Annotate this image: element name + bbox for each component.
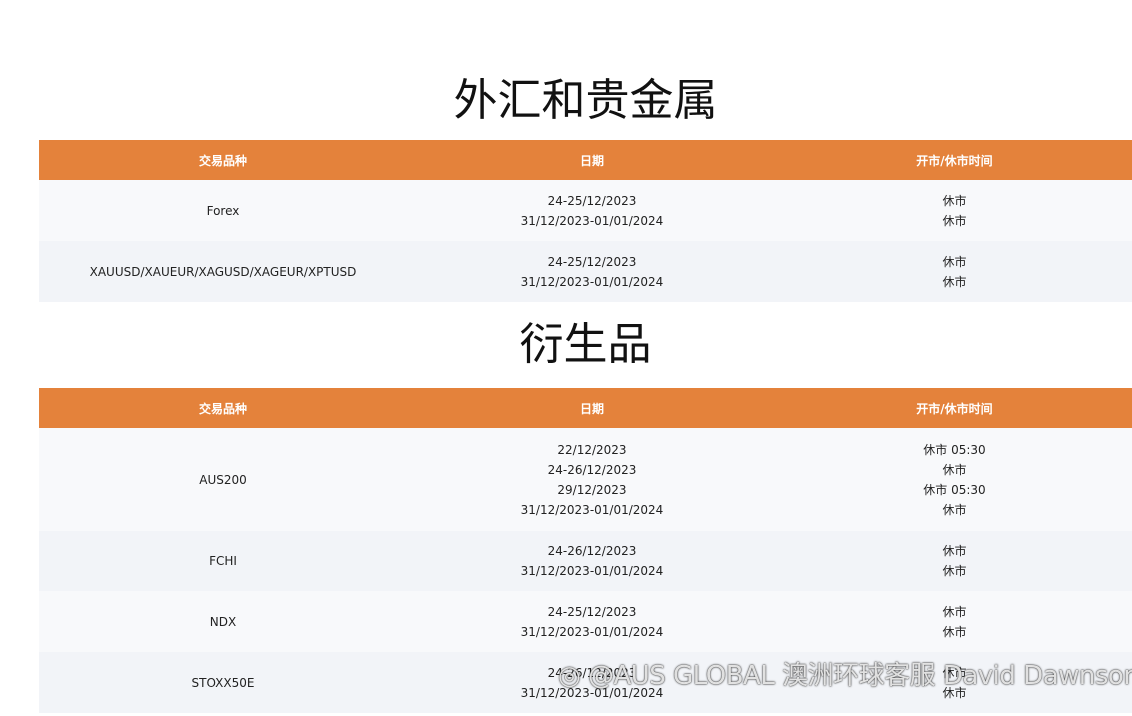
table-row: NDX 24-25/12/2023 31/12/2023-01/01/2024 …: [39, 591, 1132, 652]
symbol-cell: STOXX50E: [39, 652, 407, 713]
header-date: 日期: [407, 140, 777, 180]
time-line: 休市: [942, 274, 967, 289]
table-row: XAUUSD/XAUEUR/XAGUSD/XAGEUR/XPTUSD 24-25…: [39, 241, 1132, 302]
header-time: 开市/休市时间: [777, 140, 1132, 180]
watermark-text: @AUS GLOBAL 澳洲环球客服 David Dawnson: [587, 661, 1132, 691]
time-line: 休市: [942, 564, 967, 578]
date-line: 22/12/2023: [557, 442, 627, 457]
symbol-cell: AUS200: [39, 428, 407, 531]
header-time: 开市/休市时间: [777, 388, 1132, 428]
date-line: 31/12/2023-01/01/2024: [520, 274, 664, 289]
time-line: 休市: [942, 544, 967, 558]
symbol-cell: XAUUSD/XAUEUR/XAGUSD/XAGEUR/XPTUSD: [39, 241, 407, 302]
time-cell: 休市 05:30 休市 休市 05:30 休市: [777, 428, 1132, 531]
time-line: 休市 05:30: [923, 442, 986, 457]
time-line: 休市: [942, 624, 967, 639]
table-header-row: 交易品种 日期 开市/休市时间: [39, 388, 1132, 428]
date-line: 24-25/12/2023: [547, 604, 637, 619]
section-title-forex-metals: 外汇和贵金属: [453, 75, 718, 126]
watermark: ◎ @AUS GLOBAL 澳洲环球客服 David Dawnson: [558, 655, 1132, 692]
date-cell: 22/12/2023 24-26/12/2023 29/12/2023 31/1…: [407, 428, 777, 531]
date-line: 31/12/2023-01/01/2024: [520, 564, 664, 578]
time-line: 休市: [942, 462, 967, 477]
header-symbol: 交易品种: [39, 140, 407, 180]
time-line: 休市: [942, 254, 967, 269]
time-cell: 休市 休市: [777, 531, 1132, 591]
date-line: 24-25/12/2023: [547, 193, 637, 208]
table-row: Forex 24-25/12/2023 31/12/2023-01/01/202…: [39, 180, 1132, 241]
section-title-derivatives: 衍生品: [519, 319, 652, 370]
date-cell: 24-25/12/2023 31/12/2023-01/01/2024: [407, 241, 777, 302]
date-line: 24-25/12/2023: [547, 254, 637, 269]
date-line: 31/12/2023-01/01/2024: [520, 624, 664, 639]
date-line: 29/12/2023: [557, 482, 627, 497]
symbol-cell: NDX: [39, 591, 407, 652]
forex-metals-table: 交易品种 日期 开市/休市时间 Forex 24-25/12/2023 31/1…: [39, 140, 1132, 302]
table-header-row: 交易品种 日期 开市/休市时间: [39, 140, 1132, 180]
date-cell: 24-25/12/2023 31/12/2023-01/01/2024: [407, 591, 777, 652]
time-line: 休市: [942, 193, 967, 208]
weibo-icon: ◎: [558, 661, 581, 691]
date-line: 31/12/2023-01/01/2024: [520, 213, 664, 228]
date-line: 31/12/2023-01/01/2024: [520, 502, 664, 517]
table-row: FCHI 24-26/12/2023 31/12/2023-01/01/2024…: [39, 531, 1132, 591]
date-cell: 24-26/12/2023 31/12/2023-01/01/2024: [407, 531, 777, 591]
page-content: 外汇和贵金属 交易品种 日期 开市/休市时间 Forex 24-25/12/20…: [39, 0, 1132, 713]
time-cell: 休市 休市: [777, 591, 1132, 652]
table-row: AUS200 22/12/2023 24-26/12/2023 29/12/20…: [39, 428, 1132, 531]
date-line: 24-26/12/2023: [547, 544, 637, 558]
time-line: 休市: [942, 213, 967, 228]
symbol-cell: FCHI: [39, 531, 407, 591]
time-cell: 休市 休市: [777, 180, 1132, 241]
time-line: 休市: [942, 604, 967, 619]
time-cell: 休市 休市: [777, 241, 1132, 302]
time-line: 休市 05:30: [923, 482, 986, 497]
date-line: 24-26/12/2023: [547, 462, 637, 477]
symbol-cell: Forex: [39, 180, 407, 241]
date-cell: 24-25/12/2023 31/12/2023-01/01/2024: [407, 180, 777, 241]
header-date: 日期: [407, 388, 777, 428]
time-line: 休市: [942, 502, 967, 517]
header-symbol: 交易品种: [39, 388, 407, 428]
